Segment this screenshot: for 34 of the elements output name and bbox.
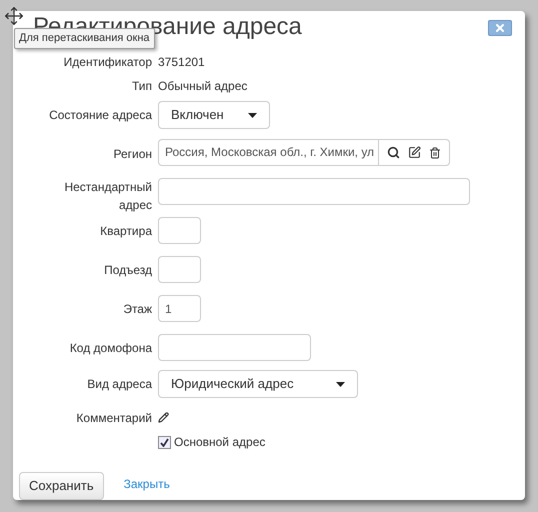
trash-icon[interactable] [429,146,441,158]
input-field[interactable] [158,334,311,361]
field-label: Комментарий [76,410,152,427]
field-label: Регион [113,146,152,163]
field-label: Подъезд [104,262,152,279]
close-link[interactable]: Закрыть [124,475,170,493]
field-label: Тип [132,78,152,95]
field-label: Идентификатор [64,54,152,71]
save-button[interactable]: Сохранить [19,472,104,500]
pencil-icon[interactable] [158,412,169,423]
field-label: Этаж [123,301,152,318]
field-label: Нестандартный адрес [63,179,152,214]
field-label: Вид адреса [87,376,152,393]
close-icon [494,22,506,34]
field-label: Квартира [100,223,152,240]
field-value: Обычный адрес [158,78,248,95]
caret-icon [336,382,345,386]
input-field[interactable]: 1 [158,295,201,322]
dropdown[interactable]: Включен [158,101,270,129]
edit-icon[interactable] [408,146,421,159]
caret-icon [248,112,257,118]
close-button[interactable] [488,20,512,36]
input-field[interactable] [158,178,470,205]
field-value: 3751201 [158,54,205,71]
dropdown[interactable]: Юридический адрес [158,370,358,398]
region-field[interactable]: Россия, Московская обл., г. Химки, ул [158,139,450,166]
search-icon[interactable] [387,146,400,159]
input-field[interactable] [158,256,201,283]
input-field[interactable] [158,217,201,244]
field-label: Код домофона [70,340,152,357]
move-icon [4,6,24,26]
checkbox-label[interactable]: Основной адрес [158,430,266,454]
checkbox[interactable] [158,436,171,448]
field-label: Состояние адреса [49,107,152,124]
